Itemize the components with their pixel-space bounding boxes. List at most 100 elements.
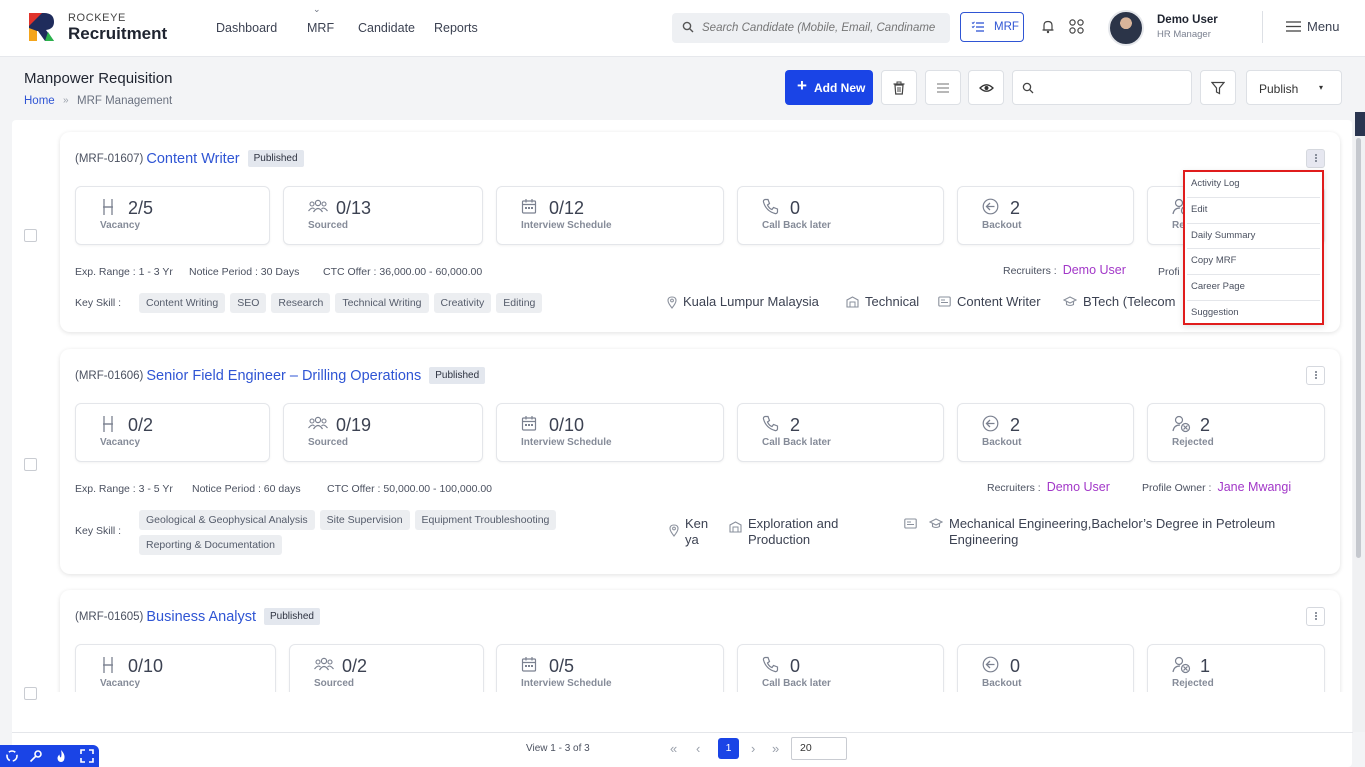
- menu-item-career-page[interactable]: Career Page: [1187, 275, 1320, 301]
- recruiters-label: Recruiters :: [987, 482, 1041, 494]
- nav-reports[interactable]: Reports: [434, 21, 478, 35]
- publish-label: Publish: [1259, 82, 1299, 96]
- stat-call-back-later[interactable]: 2 Call Back later: [737, 403, 944, 462]
- next-page-icon[interactable]: ›: [751, 741, 755, 756]
- stat-backout[interactable]: 0 Backout: [957, 644, 1134, 692]
- stat-backout[interactable]: 2 Backout: [957, 403, 1134, 462]
- page-size-input[interactable]: 20: [791, 737, 847, 760]
- scrollbar-thumb[interactable]: [1356, 138, 1361, 558]
- menu-item-suggestion[interactable]: Suggestion: [1187, 301, 1320, 327]
- mrf-title-link[interactable]: Business Analyst: [146, 609, 256, 625]
- skill-chip: Equipment Troubleshooting: [414, 510, 557, 530]
- ctc-offer-value: 50,000.00 - 100,000.00: [383, 483, 493, 495]
- filter-button[interactable]: [1200, 70, 1236, 105]
- backout-value: 2: [1010, 415, 1021, 435]
- stat-sourced[interactable]: 0/19 Sourced: [283, 403, 483, 462]
- menu-item-daily-summary[interactable]: Daily Summary: [1187, 224, 1320, 250]
- stat-call-back-later[interactable]: 0 Call Back later: [737, 186, 944, 245]
- list-view-button[interactable]: [925, 70, 961, 105]
- apps-grid-icon[interactable]: [1069, 19, 1084, 34]
- flame-icon[interactable]: [54, 749, 68, 763]
- side-panel-toggle[interactable]: [1355, 112, 1365, 136]
- interview-value: 0/5: [549, 656, 575, 676]
- row-checkbox[interactable]: [24, 458, 37, 471]
- calendar-icon: [521, 199, 537, 214]
- phone-icon: [762, 198, 779, 215]
- skill-chip: Research: [271, 293, 331, 313]
- stat-vacancy[interactable]: 0/2 Vacancy: [75, 403, 270, 462]
- id-card-icon: [904, 518, 917, 529]
- menu-item-edit[interactable]: Edit: [1187, 198, 1320, 224]
- recruiter-name[interactable]: Demo User: [1063, 263, 1126, 277]
- card-actions-button[interactable]: [1306, 149, 1325, 168]
- nav-candidate[interactable]: Candidate: [358, 21, 415, 35]
- stat-backout[interactable]: 2 Backout: [957, 186, 1134, 245]
- stat-interview-schedule[interactable]: 0/10 Interview Schedule: [496, 403, 724, 462]
- prev-page-icon[interactable]: ‹: [696, 741, 700, 756]
- add-new-button[interactable]: + Add New: [785, 70, 873, 105]
- menu-item-copy-mrf[interactable]: Copy MRF: [1187, 249, 1320, 276]
- preview-button[interactable]: [968, 70, 1004, 105]
- stat-rejected[interactable]: 2 Rejected: [1147, 403, 1325, 462]
- recycle-icon[interactable]: [5, 749, 19, 763]
- vacancy-label: Vacancy: [100, 678, 141, 689]
- sourced-value: 0/2: [342, 656, 368, 676]
- menu-item-activity-log[interactable]: Activity Log: [1187, 172, 1320, 198]
- sourced-label: Sourced: [308, 220, 349, 231]
- user-rejected-icon: [1172, 656, 1191, 674]
- breadcrumb-home[interactable]: Home: [24, 95, 55, 107]
- stat-vacancy[interactable]: 2/5 Vacancy: [75, 186, 270, 245]
- stat-sourced[interactable]: 0/2 Sourced: [289, 644, 484, 692]
- stat-sourced[interactable]: 0/13 Sourced: [283, 186, 483, 245]
- profile-owner-name[interactable]: Jane Mwangi: [1217, 480, 1291, 494]
- stat-interview-schedule[interactable]: 0/5 Interview Schedule: [496, 644, 724, 692]
- education: Mechanical Engineering,Bachelor’s Degree…: [929, 516, 1329, 548]
- stat-interview-schedule[interactable]: 0/12 Interview Schedule: [496, 186, 724, 245]
- bell-icon[interactable]: [1041, 19, 1055, 34]
- publish-dropdown[interactable]: Publish ▾: [1246, 70, 1342, 105]
- rockeye-logo[interactable]: [26, 10, 58, 44]
- status-badge: Published: [429, 367, 486, 384]
- mrf-title-link[interactable]: Senior Field Engineer – Drilling Operati…: [146, 368, 421, 384]
- mrf-search-input[interactable]: [1041, 80, 1187, 96]
- building-icon: [729, 521, 742, 533]
- user-name[interactable]: Demo User: [1157, 14, 1218, 26]
- delete-button[interactable]: [881, 70, 917, 105]
- interview-label: Interview Schedule: [521, 437, 612, 448]
- nav-dashboard[interactable]: Dashboard: [216, 21, 277, 35]
- callback-label: Call Back later: [762, 678, 831, 689]
- user-avatar[interactable]: [1108, 10, 1144, 46]
- nav-mrf[interactable]: MRF: [307, 21, 334, 35]
- stat-rejected[interactable]: 1 Rejected: [1147, 644, 1325, 692]
- notice-period-value: 60 days: [263, 483, 301, 495]
- recruiter-name[interactable]: Demo User: [1047, 480, 1110, 494]
- last-page-icon[interactable]: »: [772, 741, 779, 756]
- mrf-card-header: (MRF-01606) Senior Field Engineer – Dril…: [75, 367, 486, 384]
- row-checkbox[interactable]: [24, 229, 37, 242]
- mrf-search[interactable]: [1012, 70, 1192, 105]
- exp-range-value: 1 - 3 Yr: [138, 266, 173, 278]
- expand-icon[interactable]: [80, 749, 94, 763]
- stat-vacancy[interactable]: 0/10 Vacancy: [75, 644, 276, 692]
- stat-call-back-later[interactable]: 0 Call Back later: [737, 644, 944, 692]
- page-current[interactable]: 1: [718, 738, 739, 759]
- card-actions-button[interactable]: [1306, 607, 1325, 626]
- profile-owner: Profile Owner : Jane Mwangi: [1142, 480, 1291, 494]
- mrf-title-link[interactable]: Content Writer: [146, 151, 239, 167]
- skill-chip: Editing: [496, 293, 543, 313]
- global-search-input[interactable]: [702, 19, 946, 37]
- card-actions-button[interactable]: [1306, 366, 1325, 385]
- first-page-icon[interactable]: «: [670, 741, 677, 756]
- rejected-value: 2: [1200, 415, 1211, 435]
- callback-value: 2: [790, 415, 801, 435]
- mrf-code: (MRF-01605): [75, 610, 144, 623]
- backout-label: Backout: [982, 437, 1022, 448]
- key-icon[interactable]: [29, 749, 43, 763]
- mrf-card-header: (MRF-01607) Content Writer Published: [75, 150, 304, 167]
- sourced-value: 0/13: [336, 198, 372, 218]
- mrf-quick-button[interactable]: MRF: [960, 12, 1024, 42]
- recruiters-label: Recruiters :: [1003, 265, 1057, 277]
- location: Kuala Lumpur Malaysia: [667, 294, 819, 310]
- global-search[interactable]: [672, 13, 950, 43]
- recruiters: Recruiters : Demo User: [987, 480, 1110, 494]
